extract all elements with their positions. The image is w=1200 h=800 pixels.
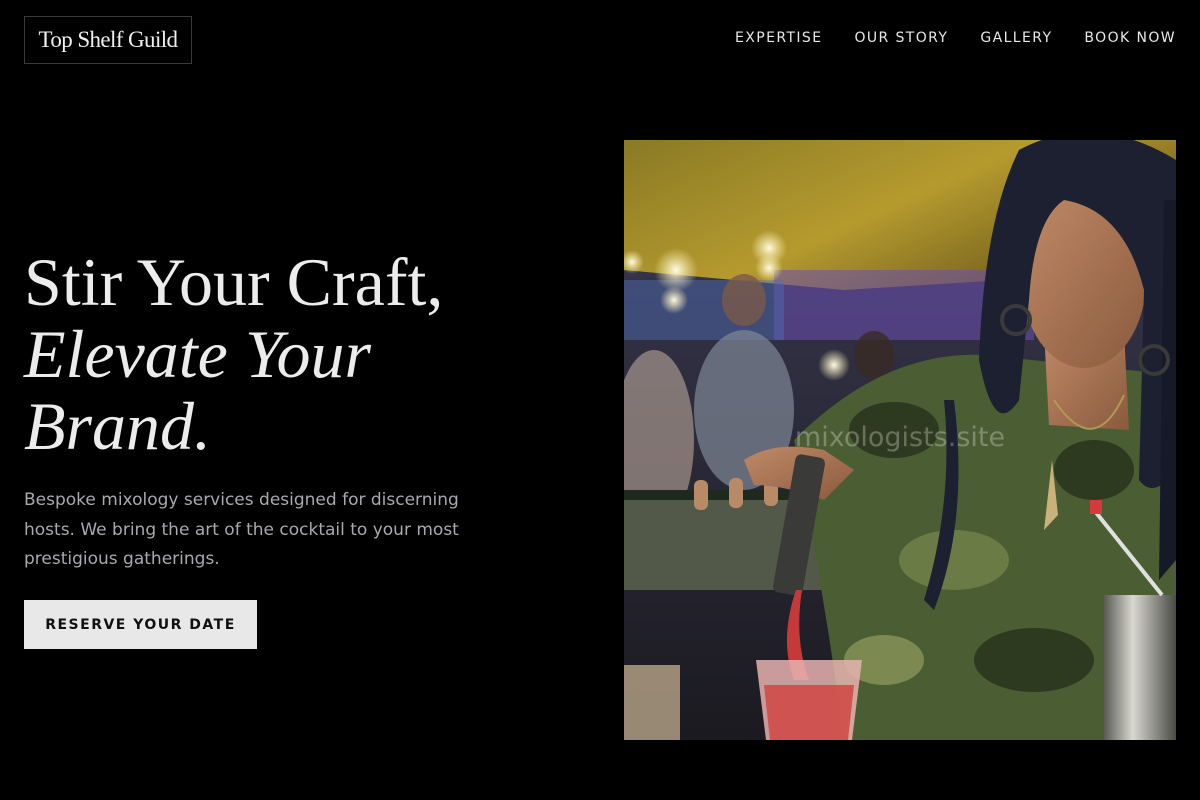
hero-description: Bespoke mixology services designed for d… — [24, 490, 459, 569]
hero-title-line-1: Stir Your Craft, — [24, 244, 444, 320]
main-nav: EXPERTISE OUR STORY GALLERY BOOK NOW — [735, 30, 1176, 46]
nav-item-expertise[interactable]: EXPERTISE — [735, 30, 822, 46]
nav-item-gallery[interactable]: GALLERY — [980, 30, 1052, 46]
hero-title-line-2: Elevate Your — [24, 316, 371, 392]
hero-title: Stir Your Craft, Elevate Your Brand. — [24, 246, 443, 462]
hero-title-line-3: Brand. — [24, 388, 211, 464]
reserve-date-button[interactable]: RESERVE YOUR DATE — [24, 600, 257, 649]
hero-photo: mixologists.site — [624, 140, 1176, 740]
nav-item-book-now[interactable]: BOOK NOW — [1084, 30, 1176, 46]
brand-logo[interactable]: Top Shelf Guild — [24, 16, 192, 64]
image-watermark: mixologists.site — [794, 422, 1006, 453]
nav-item-our-story[interactable]: OUR STORY — [854, 30, 948, 46]
